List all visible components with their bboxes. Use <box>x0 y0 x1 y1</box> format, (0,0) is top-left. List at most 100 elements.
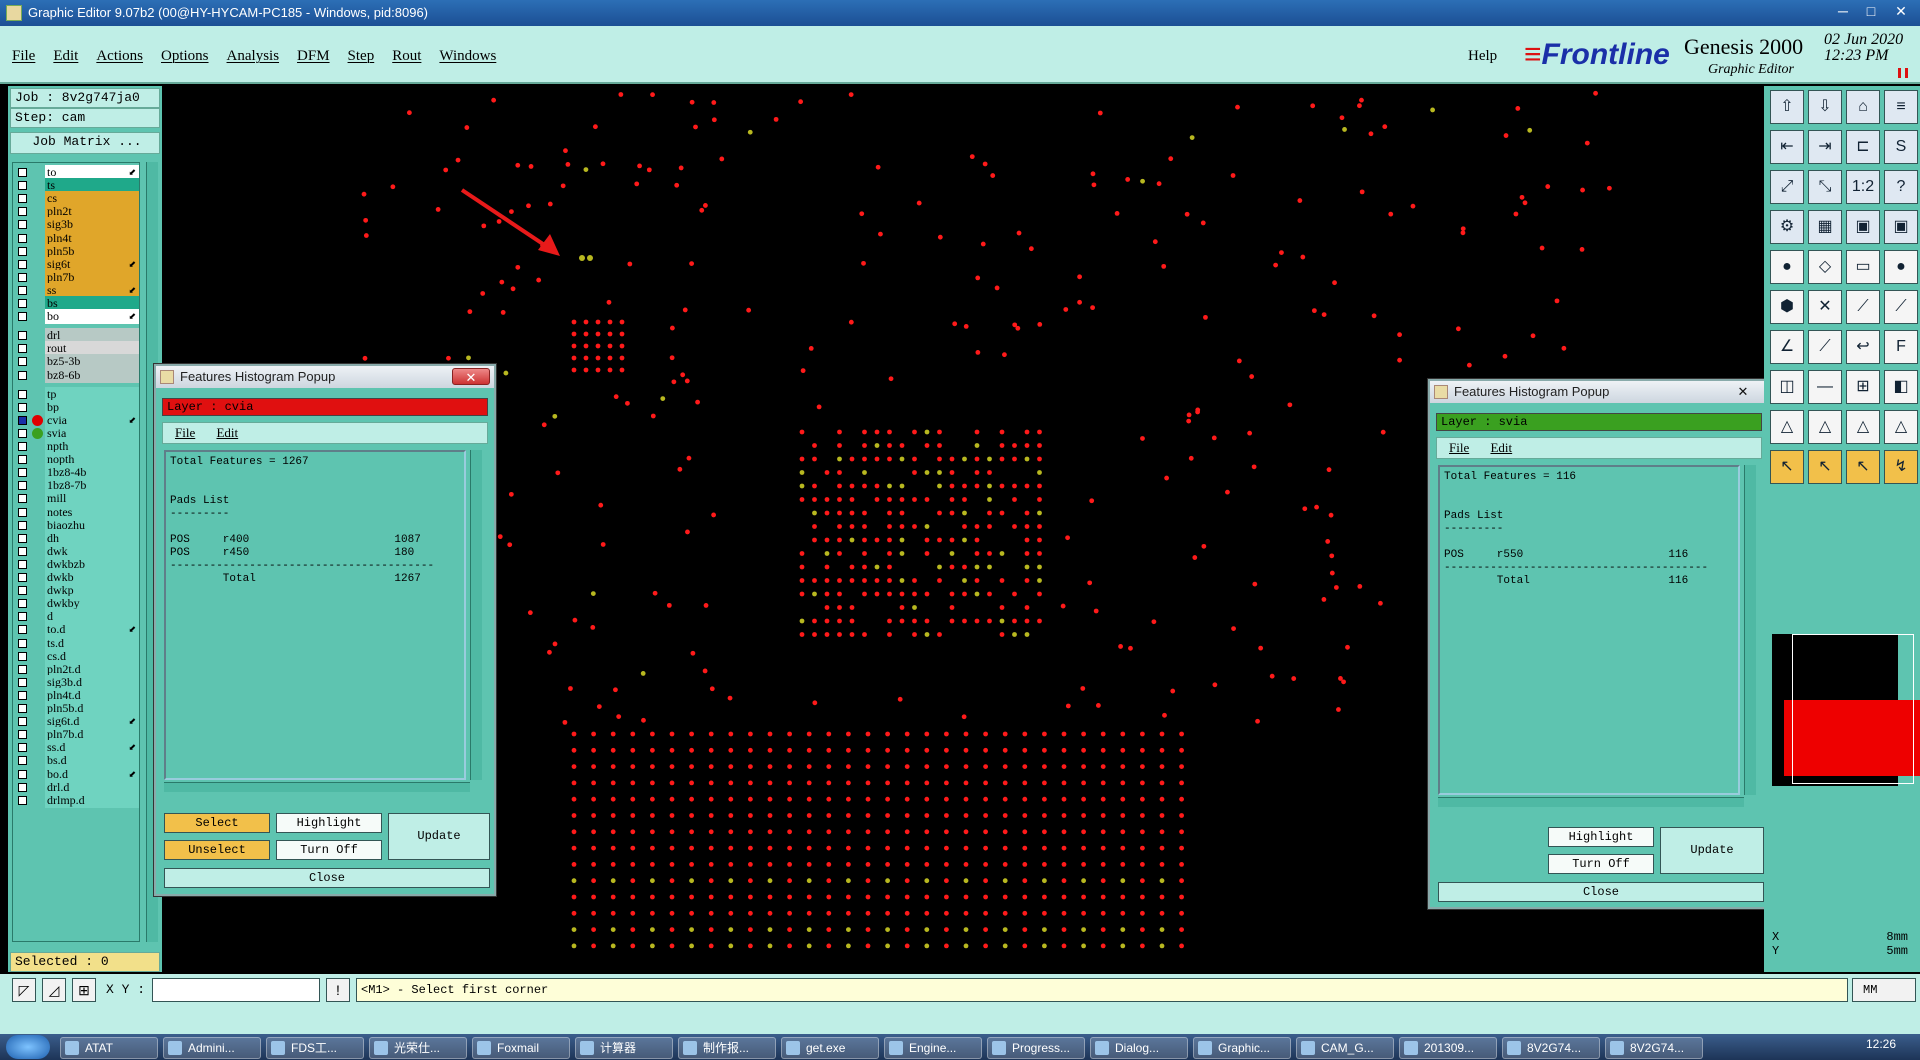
layer-checkbox[interactable] <box>18 207 27 217</box>
slash-icon[interactable]: ⟋ <box>1808 330 1842 364</box>
select-d-icon[interactable]: ↯ <box>1884 450 1918 484</box>
taskbar-item[interactable]: Dialog... <box>1090 1037 1188 1059</box>
measure-icon[interactable]: ◿ <box>42 978 66 1002</box>
taskbar-item[interactable]: Foxmail <box>472 1037 570 1059</box>
layer-checkbox[interactable] <box>18 599 27 609</box>
layer-checkbox[interactable] <box>18 690 27 700</box>
layer-checkbox[interactable] <box>18 664 27 674</box>
layer-checkbox[interactable] <box>18 181 27 191</box>
select-a-icon[interactable]: ↖ <box>1770 450 1804 484</box>
tri-b-icon[interactable]: △ <box>1808 410 1842 444</box>
menu-step[interactable]: Step <box>348 48 375 65</box>
taskbar-item[interactable]: 计算器 <box>575 1037 673 1059</box>
popup-close-icon[interactable]: ✕ <box>1724 383 1762 400</box>
layer-checkbox[interactable] <box>18 638 27 648</box>
cross-icon[interactable]: ✕ <box>1808 290 1842 324</box>
route-a-icon[interactable]: ⟋ <box>1846 290 1880 324</box>
top-view-icon[interactable]: ⇧ <box>1770 90 1804 124</box>
layer-name[interactable]: bo ⬋ <box>45 309 139 325</box>
split-icon[interactable]: ◧ <box>1884 370 1918 404</box>
popup-menu-edit[interactable]: Edit <box>1490 440 1512 455</box>
maximize-button[interactable]: □ <box>1858 2 1884 20</box>
layer-checkbox[interactable] <box>18 455 27 465</box>
taskbar-item[interactable]: CAM_G... <box>1296 1037 1394 1059</box>
taskbar-item[interactable]: Progress... <box>987 1037 1085 1059</box>
help-icon[interactable]: ? <box>1884 170 1918 204</box>
layer-checkbox[interactable] <box>18 612 27 622</box>
zoom-home-icon[interactable]: ⤡ <box>1808 170 1842 204</box>
layer-name[interactable]: drlmp.d <box>45 792 139 808</box>
menu-edit[interactable]: Edit <box>53 48 78 65</box>
info-icon[interactable]: ! <box>326 978 350 1002</box>
layer-checkbox[interactable] <box>18 194 27 204</box>
start-button[interactable] <box>6 1035 50 1059</box>
taskbar-item[interactable]: 8V2G74... <box>1605 1037 1703 1059</box>
taskbar-item[interactable]: FDS工... <box>266 1037 364 1059</box>
xy-input[interactable] <box>152 978 320 1002</box>
list-icon[interactable]: ≡ <box>1884 90 1918 124</box>
circle-icon[interactable]: ● <box>1884 250 1918 284</box>
mirror-icon[interactable]: ⊏ <box>1846 130 1880 164</box>
help-menu[interactable]: Help <box>1468 48 1497 65</box>
layer-checkbox[interactable] <box>18 704 27 713</box>
menu-analysis[interactable]: Analysis <box>227 48 280 65</box>
layer-checkbox[interactable] <box>18 415 27 425</box>
layer-checkbox[interactable] <box>18 168 27 177</box>
minimize-button[interactable]: ─ <box>1830 2 1856 20</box>
layer-checkbox[interactable] <box>18 730 27 740</box>
layer-checkbox[interactable] <box>18 428 27 438</box>
menu-file[interactable]: File <box>12 48 35 65</box>
select-button[interactable]: Select <box>164 813 270 833</box>
layer-checkbox[interactable] <box>18 546 27 556</box>
layer-checkbox[interactable] <box>18 573 27 582</box>
layer-checkbox[interactable] <box>18 442 27 451</box>
tri-a-icon[interactable]: △ <box>1770 410 1804 444</box>
layer-checkbox[interactable] <box>18 651 27 661</box>
scale-icon[interactable]: 1:2 <box>1846 170 1880 204</box>
grid-icon[interactable]: ⊞ <box>72 978 96 1002</box>
layer-checkbox[interactable] <box>18 625 27 635</box>
text-horizontal-scrollbar[interactable] <box>1438 797 1744 807</box>
close-button[interactable]: ✕ <box>1888 2 1914 20</box>
taskbar-item[interactable]: 制作报... <box>678 1037 776 1059</box>
node-icon[interactable]: ⬢ <box>1770 290 1804 324</box>
turn-off-button[interactable]: Turn Off <box>276 840 382 860</box>
layer-b-icon[interactable]: ▣ <box>1884 210 1918 244</box>
bottom-view-icon[interactable]: ⇩ <box>1808 90 1842 124</box>
box-icon[interactable]: ◫ <box>1770 370 1804 404</box>
hline-icon[interactable]: — <box>1808 370 1842 404</box>
layer-checkbox[interactable] <box>18 389 27 399</box>
layer-checkbox[interactable] <box>18 494 27 504</box>
undo-icon[interactable]: ↩ <box>1846 330 1880 364</box>
pad-icon[interactable]: ● <box>1770 250 1804 284</box>
layer-checkbox[interactable] <box>18 769 27 779</box>
layer-checkbox[interactable] <box>18 717 27 727</box>
layer-checkbox[interactable] <box>18 586 27 596</box>
tri-d-icon[interactable]: △ <box>1884 410 1918 444</box>
taskbar-item[interactable]: Admini... <box>163 1037 261 1059</box>
layer-checkbox[interactable] <box>18 507 27 517</box>
popup-menu-edit[interactable]: Edit <box>216 425 238 440</box>
snap-icon[interactable]: ◸ <box>12 978 36 1002</box>
popup-close-button[interactable]: Close <box>164 868 490 888</box>
update-button[interactable]: Update <box>388 813 490 860</box>
layer-row-bo[interactable]: bo ⬋ <box>13 309 139 325</box>
layer-checkbox[interactable] <box>18 259 27 269</box>
unit-selector[interactable]: MM <box>1852 978 1916 1002</box>
panel-icon[interactable]: ⊞ <box>1846 370 1880 404</box>
layer-row-bz8-6b[interactable]: bz8-6b <box>13 367 139 383</box>
layer-checkbox[interactable] <box>18 756 27 766</box>
pan-left-icon[interactable]: ⇤ <box>1770 130 1804 164</box>
layer-checkbox[interactable] <box>18 468 27 478</box>
update-button[interactable]: Update <box>1660 827 1764 874</box>
angle-icon[interactable]: ∠ <box>1770 330 1804 364</box>
tri-c-icon[interactable]: △ <box>1846 410 1880 444</box>
text-vertical-scrollbar[interactable] <box>1744 465 1756 795</box>
layer-checkbox[interactable] <box>18 743 27 753</box>
zoom-fit-icon[interactable]: ⤢ <box>1770 170 1804 204</box>
layer-checkbox[interactable] <box>18 795 27 805</box>
popup-menu-file[interactable]: File <box>175 425 195 440</box>
layer-checkbox[interactable] <box>18 299 27 308</box>
highlight-button[interactable]: Highlight <box>276 813 382 833</box>
popup-close-button[interactable]: Close <box>1438 882 1764 902</box>
